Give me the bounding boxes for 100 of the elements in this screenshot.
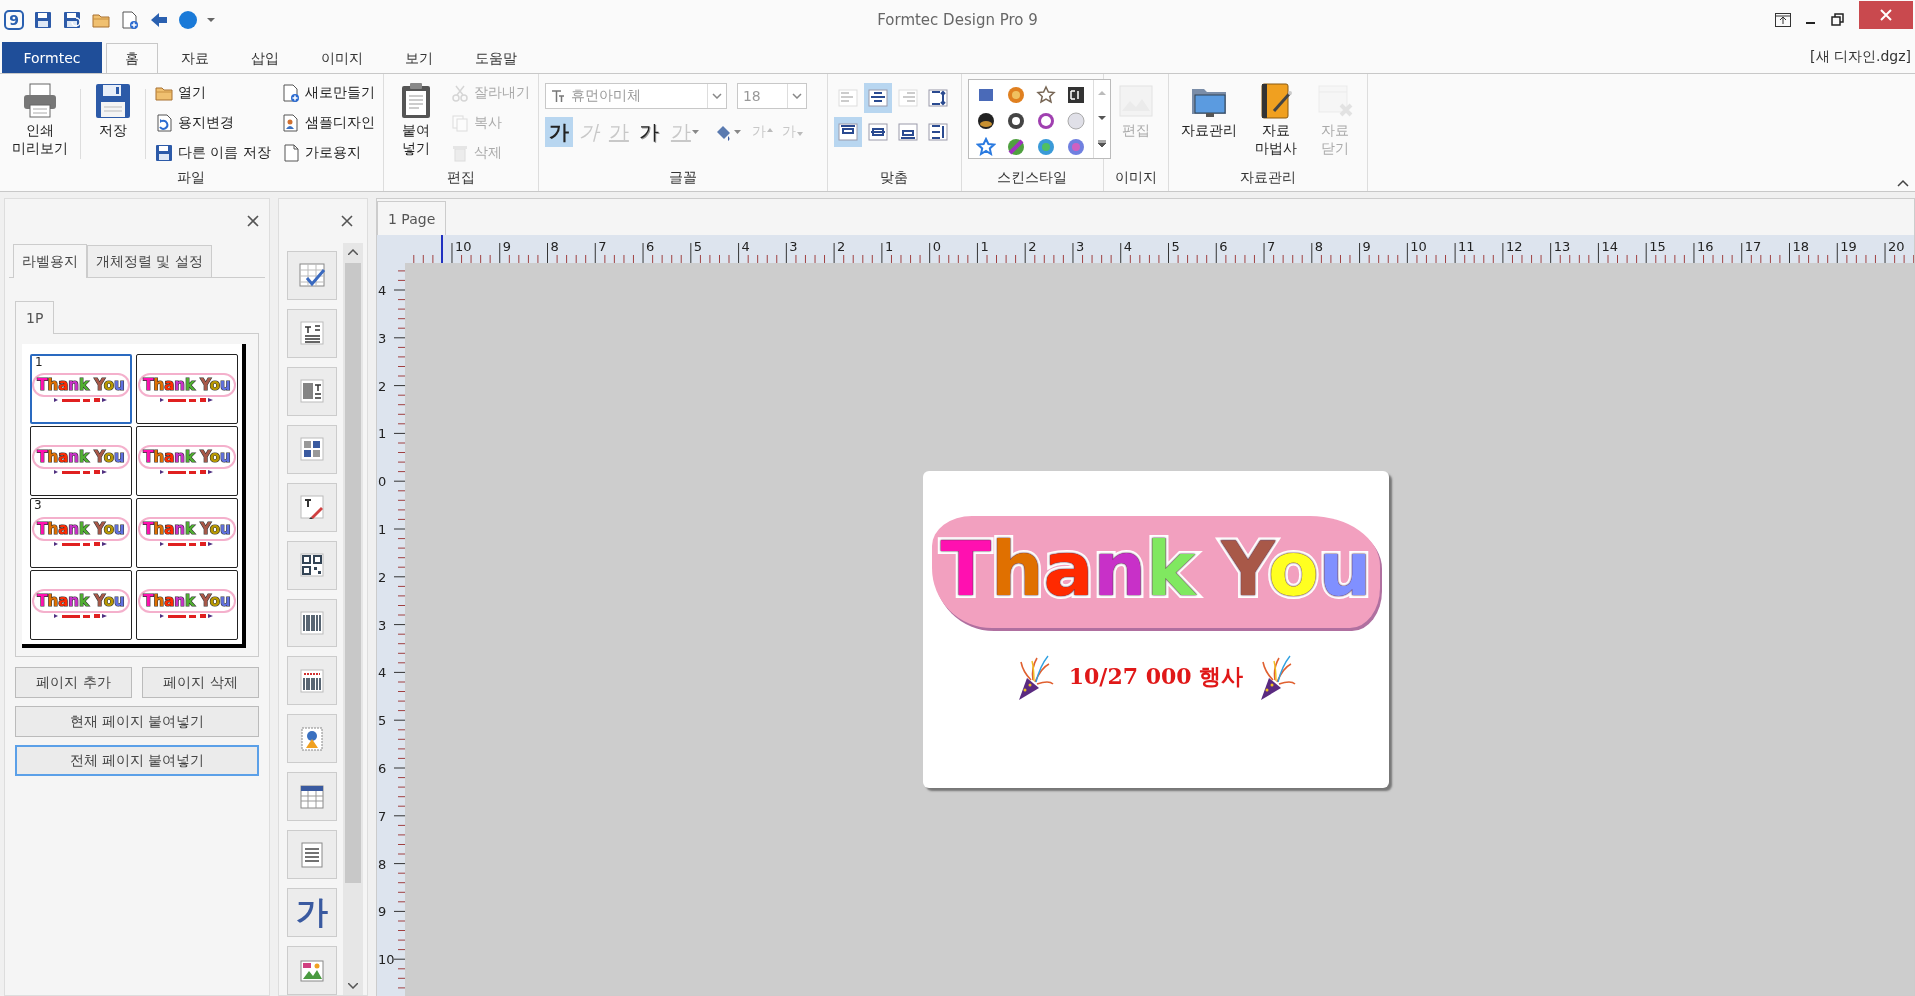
ribbon-tab[interactable]: 삽입	[232, 43, 298, 73]
thumbnail-title: Thank You	[143, 376, 231, 394]
text-tool-button[interactable]: 가	[287, 888, 337, 938]
label-thumbnail[interactable]: Thank You	[30, 426, 132, 496]
scroll-down-icon[interactable]	[1097, 115, 1106, 121]
label-thumbnail[interactable]: Thank You	[30, 570, 132, 640]
horizontal-ruler: 10 9 8 7 6 5 4 3 2 1 0 1 2 3 4 5 6 7 8 9 10 11 12 13 14 15 16 17 18 19 20	[405, 235, 1914, 263]
align-hspace-icon	[927, 123, 948, 141]
tool-button[interactable]	[287, 598, 337, 648]
ribbon-button[interactable]: 용지변경	[152, 109, 273, 137]
group-label: 자료관리	[1238, 168, 1297, 187]
close-icon	[1880, 9, 1892, 21]
label-number: 1	[35, 355, 43, 369]
ribbon-button[interactable]: 붙여 넣기	[389, 79, 442, 160]
group-label: 글꼴	[667, 168, 698, 187]
ribbon-tab[interactable]: 이미지	[302, 43, 382, 73]
design-canvas[interactable]: Thank You 10/27 000 행사	[405, 263, 1914, 995]
thumbnail-title: Thank You	[37, 520, 125, 538]
panel-button[interactable]: 현재 페이지 붙여넣기	[15, 706, 259, 737]
align-center-icon	[867, 89, 888, 107]
close-icon[interactable]	[247, 215, 259, 227]
tool-button[interactable]	[287, 772, 337, 822]
close-button[interactable]	[1859, 1, 1913, 29]
event-text: 10/27 000 행사	[1068, 662, 1244, 691]
copy-icon	[449, 113, 470, 133]
ribbon-button[interactable]: 자료관리	[1174, 79, 1243, 142]
skin-style-icon[interactable]	[1065, 85, 1086, 105]
thumbnail-title: Thank You	[37, 448, 125, 466]
panel-tab[interactable]: 개체정렬 및 설정	[87, 245, 212, 277]
app-menu-tab[interactable]: Formtec	[2, 42, 102, 73]
align-vspace-icon	[927, 89, 948, 107]
label-card[interactable]: Thank You 10/27 000 행사	[923, 471, 1389, 788]
ribbon-tab[interactable]: 보기	[386, 43, 452, 73]
page-tab[interactable]: 1P	[15, 301, 55, 334]
event-line-drawing	[160, 469, 214, 475]
panel-button[interactable]: 페이지 삭제	[142, 667, 259, 698]
ribbon-tab[interactable]: 홈	[106, 43, 158, 74]
scroll-down-icon[interactable]	[348, 983, 358, 989]
group-label: 편집	[445, 168, 476, 187]
align-button[interactable]	[863, 83, 892, 113]
label-number: 3	[34, 498, 42, 512]
skin-style-icon[interactable]	[975, 111, 996, 131]
event-line-drawing	[160, 541, 214, 547]
panel-button[interactable]: 전체 페이지 붙여넣기	[15, 745, 259, 776]
event-line-drawing	[160, 397, 214, 403]
ribbon-display-icon[interactable]	[1775, 13, 1791, 27]
label-thumbnail[interactable]: 1 Thank You	[30, 354, 132, 424]
align-left-icon	[837, 89, 858, 107]
document-name: [새 디자인.dgz]	[1810, 47, 1912, 66]
thumbnail-title: Thank You	[143, 520, 231, 538]
tool-button[interactable]	[287, 251, 337, 300]
tool-button[interactable]	[287, 424, 337, 474]
barcode-icon	[297, 608, 327, 638]
save-icon[interactable]	[33, 10, 53, 30]
new-page-icon	[280, 83, 301, 103]
panel-button[interactable]: 페이지 추가	[15, 667, 132, 698]
close-icon[interactable]	[341, 215, 353, 227]
app-logo: 9	[4, 10, 24, 30]
ribbon-button[interactable]: 샘플디자인	[278, 109, 377, 137]
label-thumbnail[interactable]: 3 Thank You	[30, 498, 132, 568]
label-thumbnail[interactable]: Thank You	[136, 570, 238, 640]
tool-button[interactable]	[287, 830, 337, 880]
back-arrow-icon[interactable]	[149, 10, 169, 30]
new-page-icon[interactable]	[120, 10, 140, 30]
ribbon-button[interactable]: 인쇄 미리보기	[6, 79, 74, 160]
tool-button[interactable]	[287, 482, 337, 532]
label-thumbnail[interactable]: Thank You	[136, 498, 238, 568]
align-top-icon	[837, 123, 858, 141]
thumbnail-title: Thank You	[37, 592, 125, 610]
label-thumbnail[interactable]: Thank You	[136, 354, 238, 424]
ribbon-tab[interactable]: 자료	[162, 43, 228, 73]
scroll-up-icon[interactable]	[348, 249, 358, 255]
ribbon-button[interactable]: 열기	[152, 79, 273, 107]
ribbon-button[interactable]: 저장	[87, 79, 139, 142]
scrollbar[interactable]	[343, 243, 363, 995]
restore-icon[interactable]	[1831, 13, 1845, 27]
ribbon-button[interactable]: 가로용지	[278, 139, 377, 167]
save-as-icon[interactable]	[62, 10, 82, 30]
collapse-ribbon-icon[interactable]	[1897, 179, 1909, 187]
group-label: 파일	[176, 168, 207, 187]
page-tab[interactable]: 1 Page	[377, 201, 447, 235]
thumbnail-title: Thank You	[37, 376, 125, 394]
skin-style-icon[interactable]	[1005, 111, 1026, 131]
circle-icon[interactable]	[178, 10, 198, 30]
tool-button[interactable]	[287, 714, 337, 764]
ribbon-tab[interactable]: 도움말	[456, 43, 536, 73]
align-middle-icon	[867, 123, 888, 141]
label-thumbnail[interactable]: Thank You	[136, 426, 238, 496]
scrollbar-thumb[interactable]	[345, 263, 361, 883]
tool-button[interactable]	[287, 656, 337, 706]
dropdown-caret-icon[interactable]	[207, 17, 215, 23]
tool-button[interactable]	[287, 308, 337, 358]
ribbon-button[interactable]: 자료 마법사	[1248, 79, 1303, 160]
event-line-drawing	[54, 541, 108, 547]
more-icon[interactable]	[1097, 140, 1106, 149]
align-button[interactable]	[833, 117, 862, 147]
ribbon-button[interactable]: 다른 이름 저장	[152, 139, 273, 167]
ribbon-button[interactable]: 새로만들기	[278, 79, 377, 107]
panel-tab[interactable]: 라벨용지	[13, 244, 87, 278]
tool-button[interactable]	[287, 540, 337, 590]
